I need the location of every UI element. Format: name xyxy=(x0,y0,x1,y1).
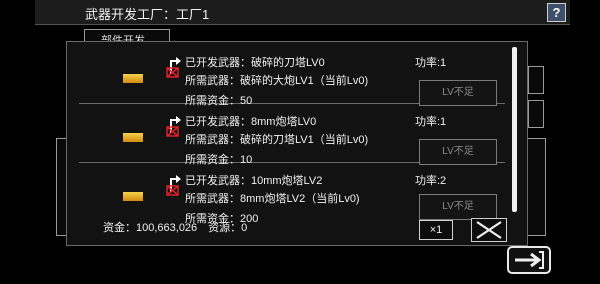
no-tool-icon xyxy=(166,57,181,78)
close-x-icon xyxy=(476,221,502,239)
multiplier-button[interactable]: ×1 xyxy=(419,220,453,240)
weapon-dev-dialog: 已开发武器：破碎的刀塔LV0 所需武器：破碎的大炮LV1（当前Lv0) 所需资金… xyxy=(66,41,528,246)
developed-weapon: 已开发武器：10mm炮塔LV2 xyxy=(185,175,323,187)
exit-icon xyxy=(515,251,544,269)
resources-readout: 资金：100,663,026 资源：0 xyxy=(103,222,248,234)
item-chip-icon xyxy=(123,192,143,201)
no-tool-icon xyxy=(166,175,181,196)
scrollbar[interactable] xyxy=(512,47,517,212)
required-weapon: 所需武器：8mm炮塔LV2（当前Lv0) xyxy=(185,193,360,205)
item-chip-icon xyxy=(123,74,143,83)
close-button[interactable] xyxy=(471,218,507,242)
no-tool-icon xyxy=(166,116,181,137)
power-label: 功率:2 xyxy=(415,175,447,187)
exit-button[interactable] xyxy=(507,246,551,274)
side-panel-right xyxy=(528,66,544,94)
developed-weapon: 已开发武器：破碎的刀塔LV0 xyxy=(185,57,325,69)
lv-insufficient-button[interactable]: LV不足 xyxy=(419,194,497,220)
item-chip-icon xyxy=(123,133,143,142)
weapon-row: 已开发武器：破碎的刀塔LV0 所需武器：破碎的大炮LV1（当前Lv0) 所需资金… xyxy=(79,46,505,107)
question-icon: ? xyxy=(552,5,561,20)
weapon-row: 已开发武器：8mm炮塔LV0 所需武器：破碎的刀塔LV1（当前Lv0) 所需资金… xyxy=(79,105,505,166)
help-button[interactable]: ? xyxy=(547,3,566,22)
required-weapon: 所需武器：破碎的大炮LV1（当前Lv0) xyxy=(185,75,369,87)
page-title: 武器开发工厂：工厂1 xyxy=(85,7,210,22)
lv-insufficient-button[interactable]: LV不足 xyxy=(419,139,497,165)
lv-insufficient-button[interactable]: LV不足 xyxy=(419,80,497,106)
weapon-row: 已开发武器：10mm炮塔LV2 所需武器：8mm炮塔LV2（当前Lv0) 所需资… xyxy=(79,164,505,225)
required-weapon: 所需武器：破碎的刀塔LV1（当前Lv0) xyxy=(185,134,369,146)
power-label: 功率:1 xyxy=(415,57,447,69)
power-label: 功率:1 xyxy=(415,116,447,128)
title-bar: 武器开发工厂：工厂1 ? xyxy=(35,0,570,25)
side-panel-right-2 xyxy=(528,100,544,128)
developed-weapon: 已开发武器：8mm炮塔LV0 xyxy=(185,116,317,128)
